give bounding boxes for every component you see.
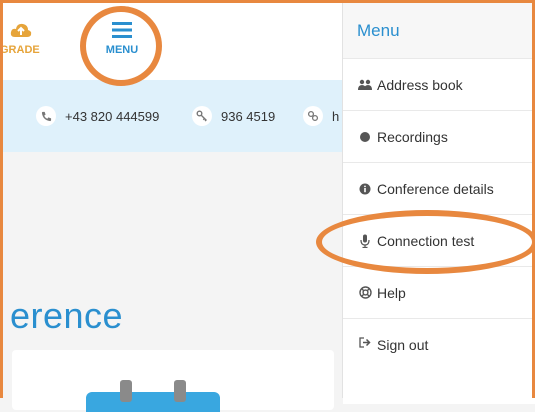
menu-item-sign-out[interactable]: Sign out	[343, 318, 535, 404]
calendar-ring-left	[120, 380, 132, 402]
pin-chip[interactable]: 936 4519	[192, 106, 275, 126]
menu-item-label: Conference details	[377, 180, 494, 197]
side-menu-title: Menu	[343, 0, 535, 58]
page-title: erence	[10, 295, 124, 336]
menu-item-address-book[interactable]: Address book	[343, 58, 535, 110]
menu-item-recordings[interactable]: Recordings	[343, 110, 535, 162]
connection-test-highlight-circle	[316, 210, 535, 274]
calendar-ring-right	[174, 380, 186, 402]
link-chip[interactable]: h	[303, 106, 339, 126]
record-dot-icon	[357, 131, 373, 143]
menu-item-label: Recordings	[377, 128, 448, 145]
menu-item-conference-details[interactable]: Conference details	[343, 162, 535, 214]
sign-out-icon	[357, 337, 373, 348]
people-icon	[357, 79, 373, 91]
calendar-icon	[86, 392, 220, 412]
cloud-upload-icon	[10, 23, 32, 37]
pin-number: 936 4519	[221, 108, 276, 124]
link-text: h	[332, 108, 340, 124]
menu-item-label: Address book	[377, 76, 463, 93]
phone-icon	[36, 106, 56, 126]
menu-item-label: Help	[377, 284, 406, 301]
link-icon	[303, 106, 323, 126]
side-menu: Menu Address book Recordings Conference …	[342, 0, 535, 404]
phone-number-chip[interactable]: +43 820 444599	[36, 106, 159, 126]
menu-highlight-circle	[80, 6, 162, 86]
upgrade-button[interactable]: GRADE	[0, 22, 60, 56]
phone-number: +43 820 444599	[65, 108, 160, 124]
info-icon	[357, 183, 373, 195]
key-icon	[192, 106, 212, 126]
menu-item-label: Sign out	[377, 337, 429, 353]
upgrade-label: GRADE	[0, 44, 40, 56]
lifebuoy-icon	[357, 286, 373, 299]
